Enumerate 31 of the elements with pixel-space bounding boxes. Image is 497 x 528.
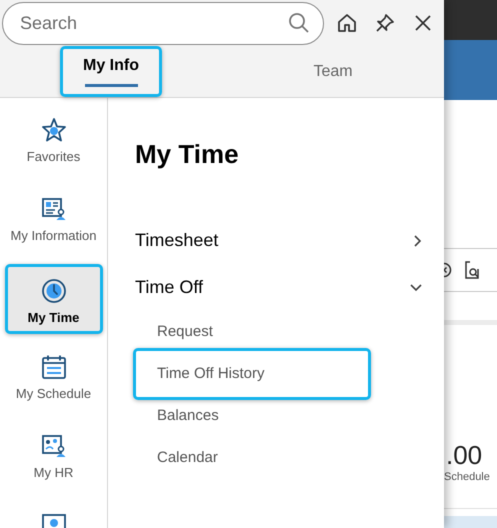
- search-icon: [288, 12, 310, 34]
- search-field[interactable]: Search: [2, 2, 324, 44]
- star-icon: [40, 117, 66, 143]
- clock-icon: [40, 278, 66, 304]
- amount-value: .00: [445, 440, 484, 470]
- sidebar-item[interactable]: My Information: [4, 185, 102, 255]
- pin-icon: [375, 13, 395, 33]
- document-search-icon: [464, 261, 480, 279]
- sidebar-item[interactable]: My Time: [4, 264, 102, 334]
- calendar-icon: [40, 354, 66, 380]
- home-icon: [337, 13, 357, 33]
- submenu-item[interactable]: Calendar: [135, 437, 422, 479]
- footer-band: [444, 516, 497, 528]
- sidebar-item[interactable]: My HR: [4, 422, 102, 492]
- tab-underline: [84, 84, 138, 87]
- chevron-right-icon: [414, 234, 422, 246]
- id-card-icon: [40, 196, 66, 222]
- header-banner: [444, 40, 497, 100]
- menu-item[interactable]: Timesheet: [135, 217, 422, 264]
- tab[interactable]: My Info: [60, 46, 162, 97]
- page-title: My Time: [135, 138, 240, 171]
- submenu-item[interactable]: Time Off History: [133, 348, 371, 400]
- menu-item[interactable]: Time Off: [135, 264, 422, 311]
- chevron-down-icon: [410, 284, 422, 292]
- tab[interactable]: Team: [282, 46, 384, 97]
- close-icon: [414, 14, 432, 32]
- sidebar-item[interactable]: Favorites: [4, 106, 102, 176]
- people-icon: [40, 433, 66, 459]
- amount-caption: Schedule: [444, 470, 491, 484]
- top-bar: [444, 0, 497, 40]
- sidebar-item[interactable]: My Schedule: [4, 343, 102, 413]
